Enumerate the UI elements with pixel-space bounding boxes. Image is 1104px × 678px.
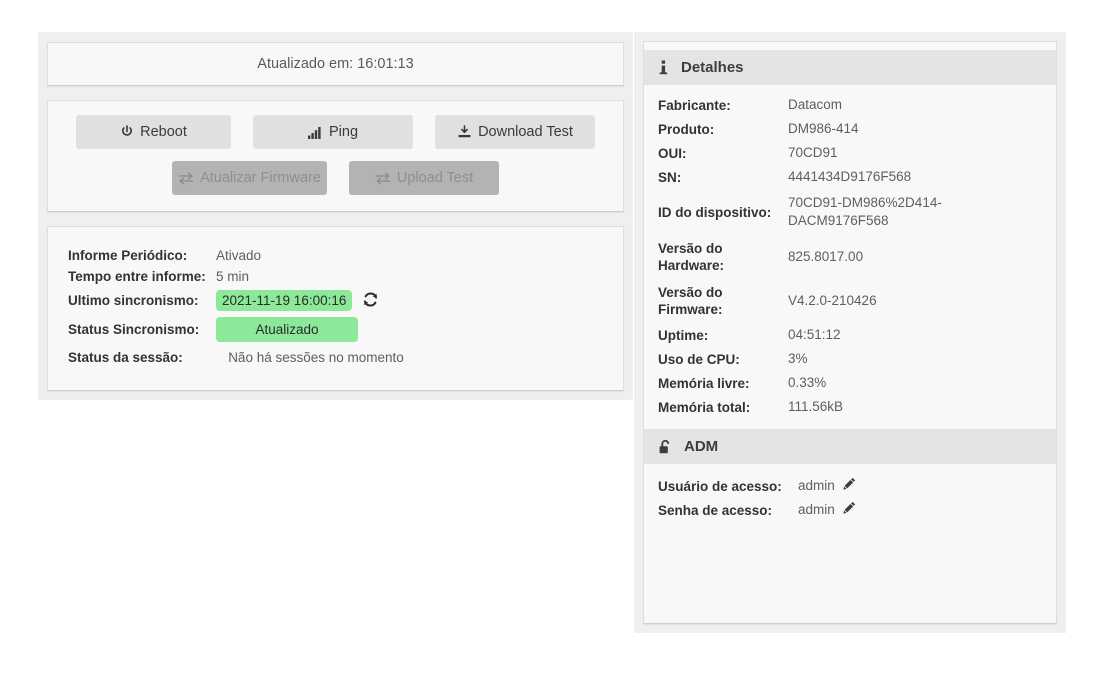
app-root: Atualizado em: 16:01:13 Reboot Ping Down… — [0, 0, 1104, 678]
detail-label: Uptime: — [658, 327, 709, 343]
adm-senha-label: Senha de acesso: — [658, 502, 773, 518]
pencil-icon[interactable] — [843, 501, 856, 519]
detail-value: 0.33% — [788, 375, 827, 390]
upload-test-button-label: Upload Test — [396, 170, 474, 186]
row-status-sincronismo: Status Sincronismo: Atualizado — [48, 314, 623, 345]
row-informe-periodico: Informe Periódico: Ativado — [48, 245, 623, 266]
status-sessao-label: Status da sessão: — [68, 350, 183, 365]
row-ultimo-sincronismo: Ultimo sincronismo: 2021-11-19 16:00:16 — [48, 287, 623, 314]
detail-row: Uso de CPU: 3% — [644, 347, 1056, 371]
pencil-icon[interactable] — [843, 477, 856, 495]
download-test-button[interactable]: Download Test — [435, 115, 595, 149]
left-column: Atualizado em: 16:01:13 Reboot Ping Down… — [38, 32, 633, 400]
adm-senha-value-group: admin — [798, 501, 978, 519]
detail-value: 4441434D9176F568 — [788, 169, 912, 184]
adm-usuario-label: Usuário de acesso: — [658, 478, 782, 494]
exchange-icon — [178, 172, 194, 185]
detail-row: Versão do Firmware: V4.2.0-210426 — [644, 279, 1056, 323]
exchange-icon — [375, 172, 391, 185]
updated-at-panel: Atualizado em: 16:01:13 — [47, 42, 624, 86]
download-icon — [457, 125, 472, 139]
detail-label: Versão do Firmware: — [658, 285, 723, 317]
detail-label: ID do dispositivo: — [658, 204, 772, 220]
detail-row: Memória total: 111.56kB — [644, 395, 1056, 419]
detail-row: Fabricante: Datacom — [644, 93, 1056, 117]
actions-row-secondary: Atualizar Firmware Upload Test — [48, 161, 623, 195]
reboot-button-label: Reboot — [140, 124, 187, 140]
detail-row: ID do dispositivo: 70CD91-DM986%2D414-DA… — [644, 189, 1056, 235]
ping-button-label: Ping — [328, 124, 359, 140]
detail-value: 825.8017.00 — [788, 249, 864, 264]
atualizar-firmware-button[interactable]: Atualizar Firmware — [172, 161, 327, 195]
detail-row: OUI: 70CD91 — [644, 141, 1056, 165]
adm-row-senha: Senha de acesso: admin — [644, 498, 1056, 522]
updated-at-text: Atualizado em: 16:01:13 — [257, 56, 414, 72]
detail-value: V4.2.0-210426 — [788, 293, 877, 308]
detail-row: Uptime: 04:51:12 — [644, 323, 1056, 347]
adm-rows: Usuário de acesso: admin Senha de acesso… — [644, 464, 1056, 522]
detail-value: 3% — [788, 351, 808, 366]
detail-label: Versão do Hardware: — [658, 241, 725, 273]
detail-value: 70CD91 — [788, 145, 838, 160]
tempo-entre-informe-value: 5 min — [216, 269, 250, 284]
details-panel: Detalhes Fabricante: Datacom Produto: DM… — [643, 41, 1057, 624]
detail-value: 70CD91-DM986%2D414-DACM9176F568 — [788, 195, 942, 228]
detail-row: SN: 4441434D9176F568 — [644, 165, 1056, 189]
detail-row: Versão do Hardware: 825.8017.00 — [644, 235, 1056, 279]
detail-label: SN: — [658, 169, 682, 185]
detail-label: Produto: — [658, 121, 715, 137]
ultimo-sincronismo-badge: 2021-11-19 16:00:16 — [216, 290, 353, 311]
adm-usuario-value-group: admin — [798, 477, 978, 495]
detail-label: Uso de CPU: — [658, 351, 740, 367]
details-section-header: Detalhes — [644, 50, 1056, 85]
detail-row: Memória livre: 0.33% — [644, 371, 1056, 395]
status-sessao-value: Não há sessões no momento — [228, 350, 404, 365]
detail-label: Memória total: — [658, 399, 751, 415]
status-info-panel: Informe Periódico: Ativado Tempo entre i… — [47, 226, 624, 391]
detail-label: OUI: — [658, 145, 687, 161]
informe-periodico-value: Ativado — [216, 248, 262, 263]
adm-section-title: ADM — [684, 438, 719, 455]
download-test-button-label: Download Test — [478, 124, 573, 140]
details-rows: Fabricante: Datacom Produto: DM986-414 O… — [644, 85, 1056, 419]
tempo-entre-informe-label: Tempo entre informe: — [68, 269, 206, 284]
ultimo-sincronismo-value-group: 2021-11-19 16:00:16 — [216, 290, 379, 311]
refresh-icon[interactable] — [362, 291, 379, 311]
adm-row-usuario: Usuário de acesso: admin — [644, 474, 1056, 498]
ultimo-sincronismo-label: Ultimo sincronismo: — [68, 293, 199, 308]
details-section-title: Detalhes — [681, 59, 744, 76]
actions-panel: Reboot Ping Download Test Atualizar Firm… — [47, 100, 624, 212]
status-badge: Atualizado — [216, 317, 358, 342]
detail-value: 04:51:12 — [788, 327, 841, 342]
upload-test-button[interactable]: Upload Test — [349, 161, 499, 195]
detail-row: Produto: DM986-414 — [644, 117, 1056, 141]
power-icon — [120, 125, 134, 139]
status-sincronismo-value-group: Atualizado — [216, 317, 358, 342]
status-sincronismo-label: Status Sincronismo: — [68, 322, 200, 337]
reboot-button[interactable]: Reboot — [76, 115, 231, 149]
right-column: Detalhes Fabricante: Datacom Produto: DM… — [634, 32, 1066, 633]
detail-value: 111.56kB — [788, 399, 844, 414]
signal-bars-icon — [307, 126, 323, 139]
detail-label: Memória livre: — [658, 375, 750, 391]
atualizar-firmware-button-label: Atualizar Firmware — [200, 170, 321, 186]
detail-value: DM986-414 — [788, 121, 859, 136]
row-tempo-entre-informe: Tempo entre informe: 5 min — [48, 266, 623, 287]
adm-senha-value: admin — [798, 502, 835, 517]
info-icon — [658, 60, 669, 76]
detail-value: Datacom — [788, 97, 843, 112]
adm-section-header: ADM — [644, 429, 1056, 464]
unlock-icon — [658, 439, 672, 455]
detail-label: Fabricante: — [658, 97, 731, 113]
row-status-sessao: Status da sessão: Não há sessões no mome… — [48, 345, 623, 370]
adm-usuario-value: admin — [798, 478, 835, 493]
ping-button[interactable]: Ping — [253, 115, 413, 149]
informe-periodico-label: Informe Periódico: — [68, 248, 188, 263]
actions-row-primary: Reboot Ping Download Test — [48, 115, 623, 149]
